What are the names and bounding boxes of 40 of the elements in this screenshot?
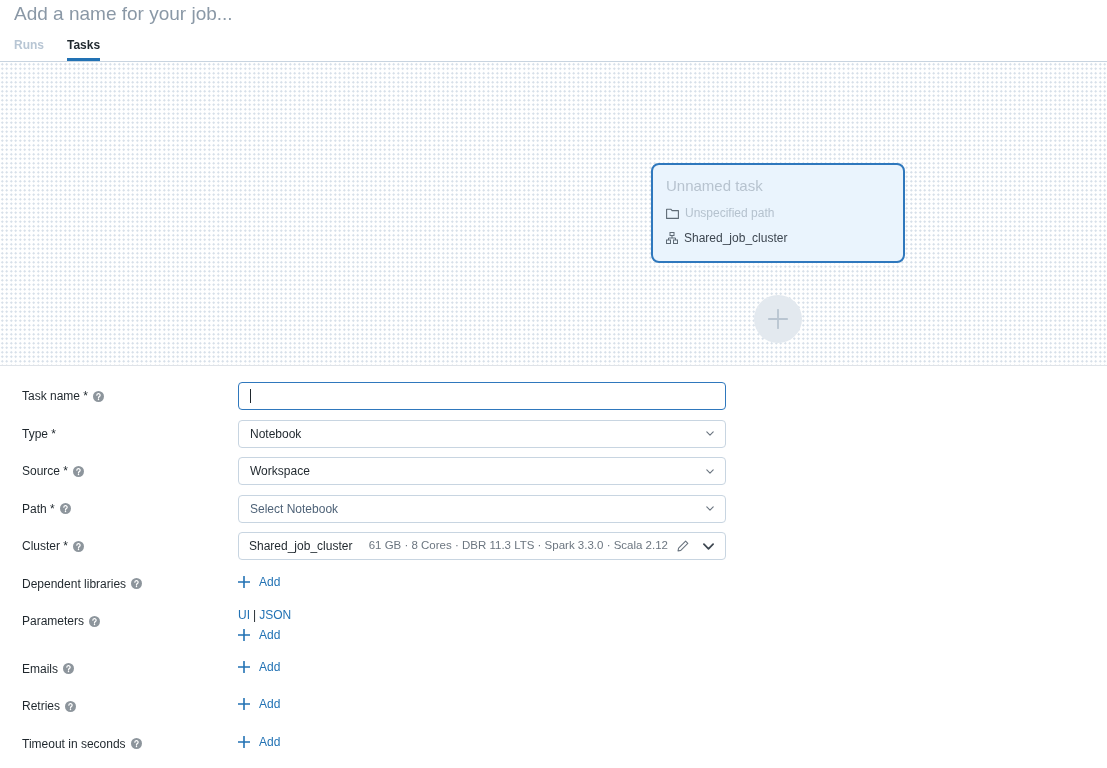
text-cursor-icon (250, 389, 251, 403)
field-label: Parameters (22, 613, 85, 630)
field-label: Source * (22, 463, 69, 480)
mode-link[interactable]: UI (238, 606, 250, 624)
chevron-down-icon (706, 468, 714, 474)
cluster-dropdown[interactable]: Shared_job_cluster 61 GB · 8 Cores · DBR 11.3 LTS · Spark 3.3.0 · Scala 2.12 (238, 532, 726, 560)
cluster-summary: 61 GB · 8 Cores · DBR 11.3 LTS · Spark 3.3.0 · Scala 2.12 (368, 538, 668, 554)
field-label: Dependent libraries (22, 575, 127, 593)
field-label: Retries (22, 698, 60, 715)
field-label: Cluster * (22, 538, 68, 555)
plus-icon (768, 309, 788, 329)
dropdown-field[interactable]: Workspace (238, 457, 726, 485)
field-label: Type * (22, 425, 57, 443)
add-button[interactable]: Add (238, 656, 281, 677)
folder-icon (666, 207, 679, 219)
chevron-down-icon (706, 431, 714, 436)
dropdown-field[interactable]: Notebook (238, 419, 726, 448)
dropdown-field[interactable]: Select Notebook (238, 494, 726, 523)
pencil-icon[interactable] (677, 540, 689, 552)
add-button[interactable]: Add (238, 625, 281, 645)
plus-icon (238, 735, 250, 748)
field-label: Emails (22, 660, 58, 678)
chevron-down-icon[interactable] (703, 542, 714, 550)
job-name-field[interactable]: Add a name for your job... (14, 0, 249, 28)
add-button[interactable]: Add (238, 694, 281, 714)
link-separator: | (253, 607, 257, 624)
add-button[interactable]: Add (238, 571, 281, 592)
add-button[interactable]: Add (238, 731, 281, 752)
task-cluster: Shared_job_cluster (684, 230, 788, 247)
plus-icon (238, 698, 250, 710)
field-label: Task name * (22, 388, 89, 405)
plus-icon (238, 575, 250, 588)
mode-link[interactable]: JSON (259, 606, 292, 624)
plus-icon (238, 629, 250, 641)
chevron-down-icon (706, 506, 714, 511)
hierarchy-icon (666, 232, 678, 244)
plus-icon (238, 660, 250, 673)
text-field[interactable] (238, 382, 726, 410)
field-label: Timeout in seconds (22, 735, 126, 753)
field-label: Path * (22, 500, 55, 518)
